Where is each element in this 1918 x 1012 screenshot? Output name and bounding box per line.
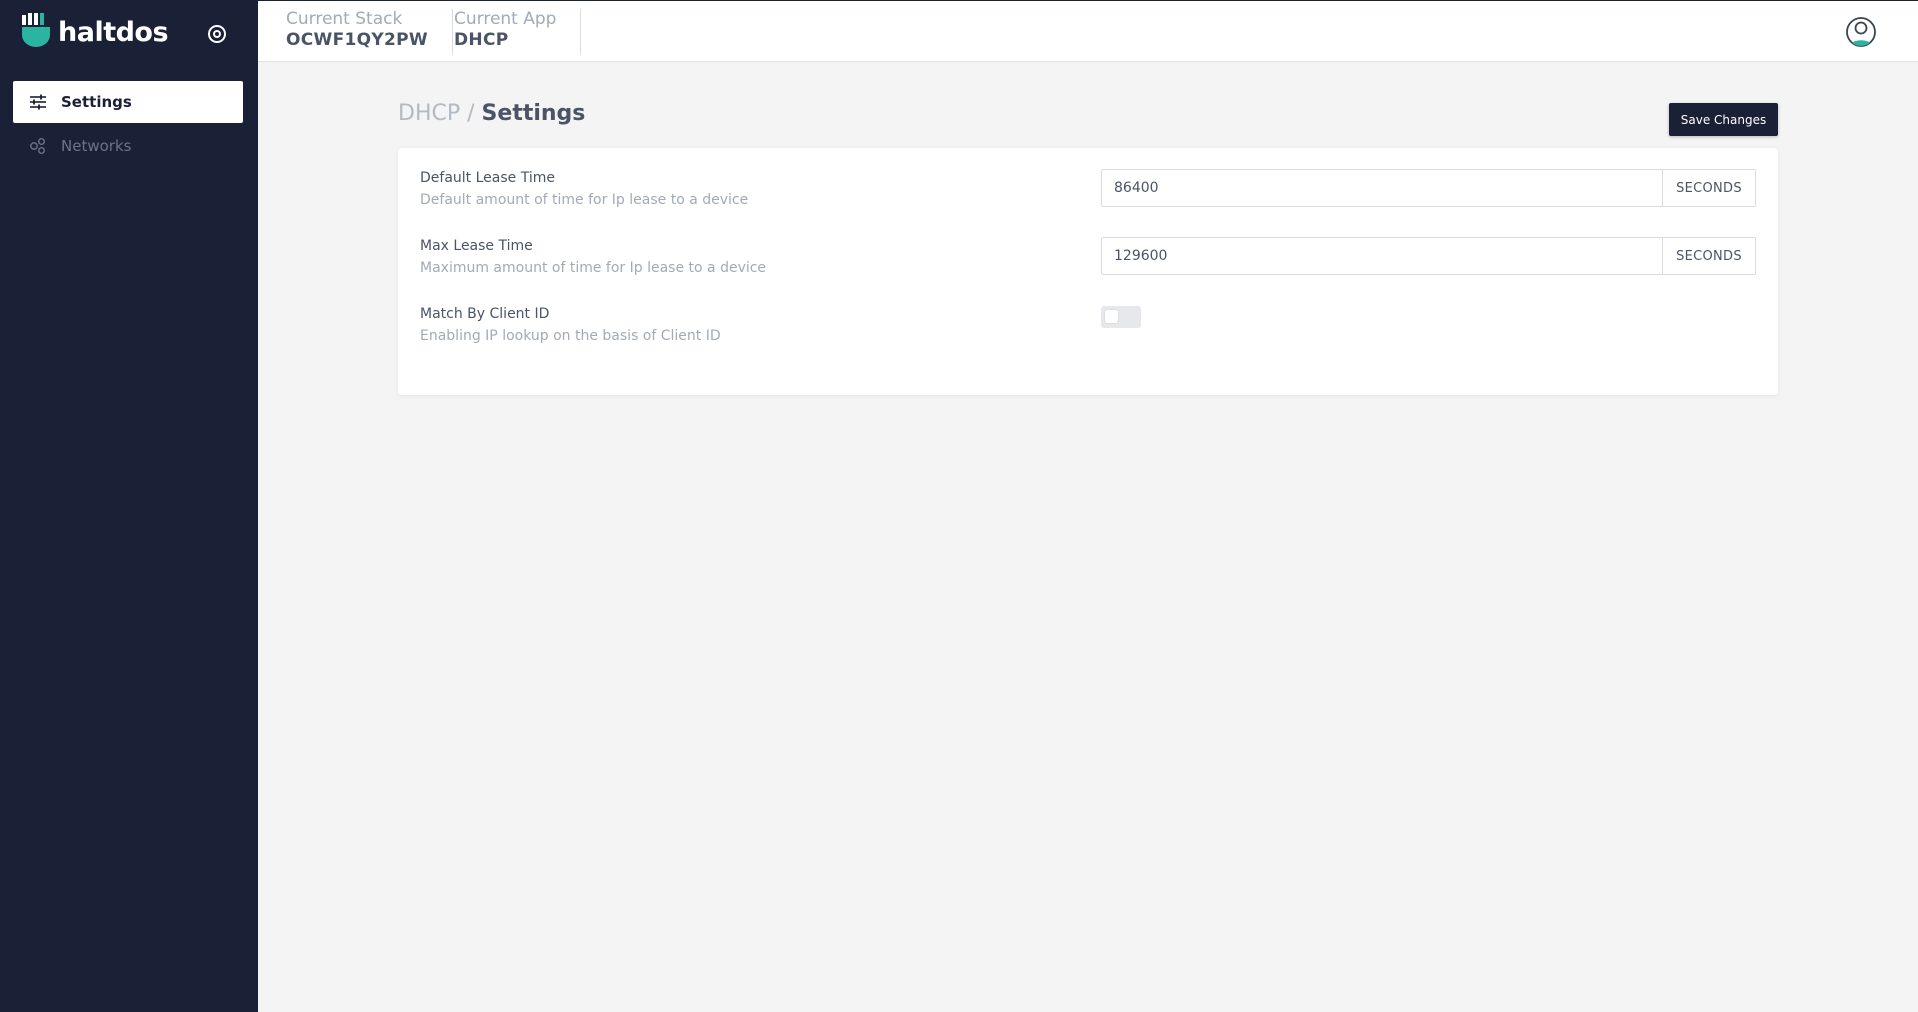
sidebar-nav: Settings Networks <box>13 81 243 169</box>
sidebar-item-label: Networks <box>61 137 132 155</box>
page-title: Settings <box>481 101 586 126</box>
match-client-id-toggle[interactable] <box>1101 306 1141 328</box>
top-bar: Current Stack OCWF1QY2PW Current App DHC… <box>258 0 1918 62</box>
current-stack-label: Current Stack <box>286 9 403 29</box>
breadcrumb: DHCP / Settings <box>398 100 585 128</box>
default-lease-description: Default amount of time for Ip lease to a… <box>420 192 749 208</box>
sliders-icon <box>28 92 48 112</box>
max-lease-field: SECONDS <box>1101 237 1756 275</box>
current-stack[interactable]: Current Stack OCWF1QY2PW <box>286 9 453 55</box>
toggle-knob <box>1105 310 1118 323</box>
current-stack-value: OCWF1QY2PW <box>286 30 428 50</box>
user-avatar-icon <box>1846 17 1876 47</box>
current-app-label: Current App <box>454 9 557 29</box>
max-lease-label: Max Lease Time <box>420 238 533 254</box>
target-circle-icon <box>208 25 226 43</box>
default-lease-label: Default Lease Time <box>420 170 555 186</box>
default-lease-field: SECONDS <box>1101 169 1756 207</box>
max-lease-unit: SECONDS <box>1662 238 1755 274</box>
max-lease-input[interactable] <box>1102 238 1662 274</box>
haltdos-logo-icon <box>22 13 50 51</box>
network-nodes-icon <box>28 136 48 156</box>
max-lease-description: Maximum amount of time for Ip lease to a… <box>420 260 767 276</box>
breadcrumb-parent[interactable]: DHCP <box>398 101 460 126</box>
save-changes-button[interactable]: Save Changes <box>1669 103 1778 136</box>
default-lease-unit: SECONDS <box>1662 170 1755 206</box>
current-app-value: DHCP <box>454 30 509 50</box>
sidebar: haltdos Settings Networks <box>0 0 258 1012</box>
breadcrumb-separator: / <box>467 101 475 126</box>
sidebar-item-networks[interactable]: Networks <box>13 125 243 167</box>
default-lease-input[interactable] <box>1102 170 1662 206</box>
brand-logo[interactable]: haltdos <box>22 13 169 51</box>
user-avatar-button[interactable] <box>1844 15 1878 49</box>
match-client-id-label: Match By Client ID <box>420 306 550 322</box>
settings-card: Default Lease Time Default amount of tim… <box>398 148 1778 395</box>
sidebar-item-label: Settings <box>61 93 132 111</box>
sidebar-item-settings[interactable]: Settings <box>13 81 243 123</box>
match-client-id-description: Enabling IP lookup on the basis of Clien… <box>420 328 721 344</box>
brand-name: haltdos <box>58 16 169 48</box>
current-app[interactable]: Current App DHCP <box>454 9 582 55</box>
sidebar-toggle-button[interactable] <box>203 20 231 48</box>
